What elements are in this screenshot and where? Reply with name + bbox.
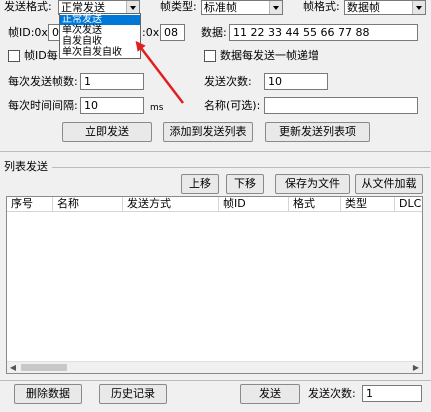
annotation-arrow-icon [135, 40, 184, 104]
